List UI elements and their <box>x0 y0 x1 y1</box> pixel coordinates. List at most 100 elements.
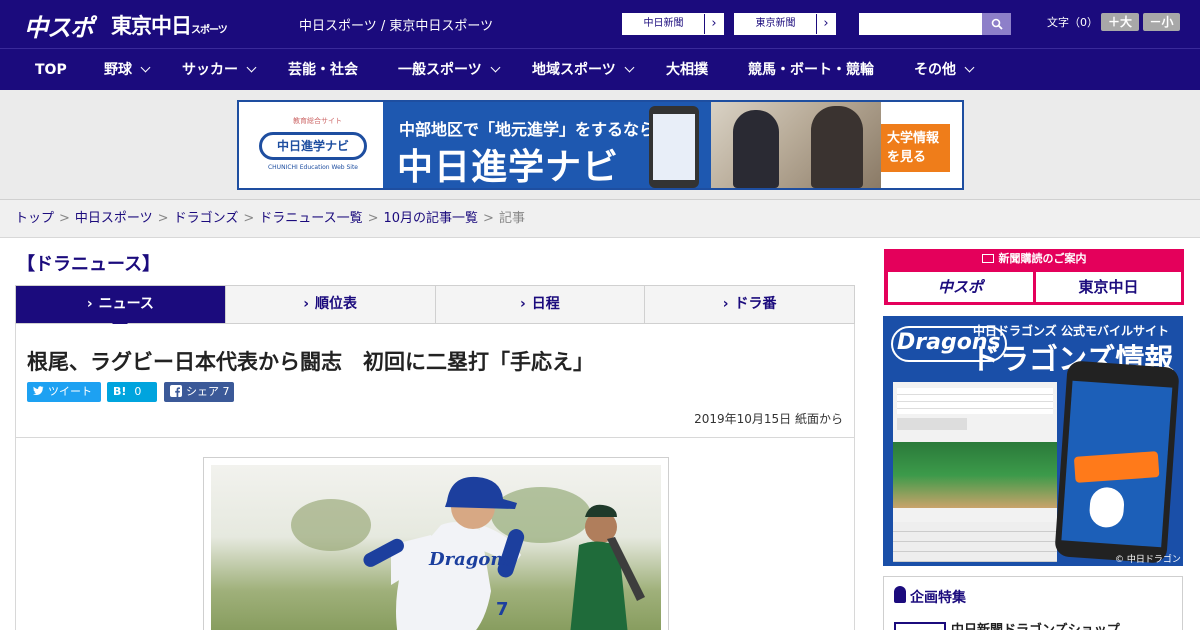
subscribe-tokyo-chunichi-button[interactable]: 東京中日 <box>1036 272 1181 302</box>
breadcrumb-chunichi-sports[interactable]: 中日スポーツ <box>75 211 153 226</box>
feature-item-link[interactable]: 中日新聞ドラゴンズショップ <box>951 619 1120 630</box>
breadcrumb-dora-news-list[interactable]: ドラニュース一覧 <box>259 211 362 226</box>
tokyo-chunichi-logo[interactable]: 東京中日スポーツ <box>111 10 228 40</box>
tab-label: 日程 <box>531 296 560 312</box>
chunichi-shimbun-button[interactable]: 中日新聞 › <box>622 13 724 35</box>
dragons-copyright: © 中日ドラゴンズ <box>1115 555 1181 565</box>
banner-logo-tag: 教育総合サイト <box>293 117 342 125</box>
photo-jersey-text: Dragons <box>428 549 514 570</box>
tweet-button[interactable]: ツイート <box>27 382 101 402</box>
feature-title: 企画特集 <box>910 590 966 606</box>
tokyo-shimbun-label: 東京新聞 <box>735 14 817 34</box>
nav-item-other[interactable]: その他 <box>914 49 975 91</box>
chevron-down-icon <box>140 62 151 73</box>
main-nav: TOP 野球 サッカー 芸能・社会 一般スポーツ 地域スポーツ 大相撲 競馬・ボ… <box>0 48 1200 90</box>
shop-thumbnail[interactable] <box>894 622 946 630</box>
facebook-icon <box>170 385 182 397</box>
subscription-header-label: 新聞購読のご案内 <box>998 252 1087 265</box>
facebook-share-label: シェア <box>186 385 219 398</box>
search-input[interactable] <box>859 13 983 35</box>
chunichi-shimbun-label: 中日新聞 <box>623 14 705 34</box>
search-button[interactable] <box>982 13 1011 35</box>
section-title: 【ドラニュース】 <box>17 254 161 275</box>
nav-item-entertainment[interactable]: 芸能・社会 <box>288 49 358 91</box>
nav-item-label: その他 <box>914 62 956 78</box>
mail-icon <box>981 254 994 263</box>
breadcrumb-top[interactable]: トップ <box>15 211 54 226</box>
subscribe-chuspo-button[interactable]: 中スポ <box>888 272 1033 302</box>
ad-banner-area: 教育総合サイト 中日進学ナビ CHUNICHI Education Web Si… <box>0 90 1200 200</box>
article-photo-frame: Dragons 7 <box>203 457 669 630</box>
banner-subtitle: 中部地区で「地元進学」をするなら <box>399 120 656 139</box>
nav-item-local-sports[interactable]: 地域スポーツ <box>532 49 635 91</box>
baseball-player-image: Dragons 7 <box>291 476 645 630</box>
nav-item-sumo[interactable]: 大相撲 <box>666 49 708 91</box>
facebook-share-button[interactable]: シェア 7 <box>164 382 234 402</box>
nav-item-soccer[interactable]: サッカー <box>182 49 257 91</box>
chevron-down-icon <box>624 62 635 73</box>
svg-text:7: 7 <box>496 599 509 620</box>
hatena-count: 0 <box>134 385 142 398</box>
chevron-right-icon: › <box>722 296 729 312</box>
tab-standings[interactable]: › 順位表 <box>225 286 436 323</box>
banner-logo-text: 中日進学ナビ <box>259 132 367 160</box>
chevron-down-icon <box>490 62 501 73</box>
ribbon-icon <box>894 586 906 603</box>
tab-news[interactable]: › ニュース <box>16 286 226 331</box>
nav-item-label: サッカー <box>182 62 238 78</box>
nav-item-label: 大相撲 <box>666 62 708 78</box>
banner-cta-button[interactable]: 大学情報を見る <box>881 124 950 172</box>
article-header: 根尾、ラグビー日本代表から闘志 初回に二塁打「手応え」 ツイート B! 0 シェア… <box>15 324 855 438</box>
nav-item-label: 野球 <box>104 62 132 78</box>
baseball-field-graphic <box>893 442 1057 508</box>
subscription-guide: 新聞購読のご案内 中スポ 東京中日 <box>884 249 1184 305</box>
chevron-right-icon: › <box>86 296 93 312</box>
tab-schedule[interactable]: › 日程 <box>435 286 646 323</box>
facebook-count: 7 <box>222 385 230 398</box>
article-body: Dragons 7 <box>15 438 855 630</box>
tab-label: 順位表 <box>315 296 358 312</box>
nav-item-label: 競馬・ボート・競輪 <box>748 62 874 78</box>
article-headline: 根尾、ラグビー日本代表から闘志 初回に二塁打「手応え」 <box>27 350 594 374</box>
site-header: 中スポ 東京中日スポーツ 中日スポーツ / 東京中日スポーツ 中日新聞 › 東京… <box>0 0 1200 48</box>
nav-item-general-sports[interactable]: 一般スポーツ <box>398 49 501 91</box>
nav-item-baseball[interactable]: 野球 <box>104 49 151 91</box>
subscription-header: 新聞購読のご案内 <box>884 249 1184 269</box>
hatena-icon: B! <box>113 385 127 398</box>
nav-item-racing[interactable]: 競馬・ボート・競輪 <box>748 49 874 91</box>
tab-label: ニュース <box>98 296 154 312</box>
tab-dorabang[interactable]: › ドラ番 <box>645 286 854 323</box>
chuspo-logo[interactable]: 中スポ <box>24 8 94 43</box>
chevron-down-icon <box>964 62 975 73</box>
smartphone-image <box>649 106 699 188</box>
twitter-icon <box>33 386 44 395</box>
dragons-mobile-ad[interactable]: Dragons 中日ドラゴンズ 公式モバイルサイト ドラゴンズ情報 © 中日ドラ… <box>883 316 1183 566</box>
hatena-bookmark-button[interactable]: B! 0 <box>107 382 157 402</box>
shingaku-navi-banner[interactable]: 教育総合サイト 中日進学ナビ CHUNICHI Education Web Si… <box>237 100 964 190</box>
site-title[interactable]: 中日スポーツ / 東京中日スポーツ <box>299 15 493 34</box>
font-bigger-button[interactable]: ＋大 <box>1101 13 1139 31</box>
breadcrumb-current: 記事 <box>498 211 525 226</box>
breadcrumb: トップ > 中日スポーツ > ドラゴンズ > ドラニュース一覧 >10月の記事一覧 > 記事 <box>0 200 1200 238</box>
feature-box: 企画特集 中日新聞ドラゴンズショップ <box>883 576 1183 630</box>
nav-item-label: 一般スポーツ <box>398 62 482 78</box>
search-icon <box>991 18 1003 30</box>
chevron-right-icon: › <box>711 16 717 31</box>
chevron-down-icon <box>246 62 257 73</box>
font-size-label: 文字（0） <box>1047 16 1098 29</box>
article-photo[interactable]: Dragons 7 <box>211 465 661 630</box>
banner-cta-area: 大学情報を見る <box>881 102 962 188</box>
tokyo-chunichi-logo-small: スポーツ <box>191 25 228 36</box>
nav-item-top[interactable]: TOP <box>35 49 67 91</box>
banner-title: 中日進学ナビ <box>397 147 620 188</box>
article-dateline: 2019年10月15日 紙面から <box>694 412 843 426</box>
font-smaller-button[interactable]: －小 <box>1143 13 1180 31</box>
tokyo-shimbun-button[interactable]: 東京新聞 › <box>734 13 836 35</box>
dragons-tabs: › ニュース › 順位表 › 日程 › ドラ番 <box>15 285 855 331</box>
chevron-right-icon: › <box>303 296 310 312</box>
chevron-right-icon: › <box>519 296 526 312</box>
students-photo <box>711 102 881 188</box>
tokyo-chunichi-logo-text: 東京中日 <box>111 14 192 38</box>
breadcrumb-october-list[interactable]: 10月の記事一覧 <box>384 211 479 226</box>
breadcrumb-dragons[interactable]: ドラゴンズ <box>174 211 239 226</box>
